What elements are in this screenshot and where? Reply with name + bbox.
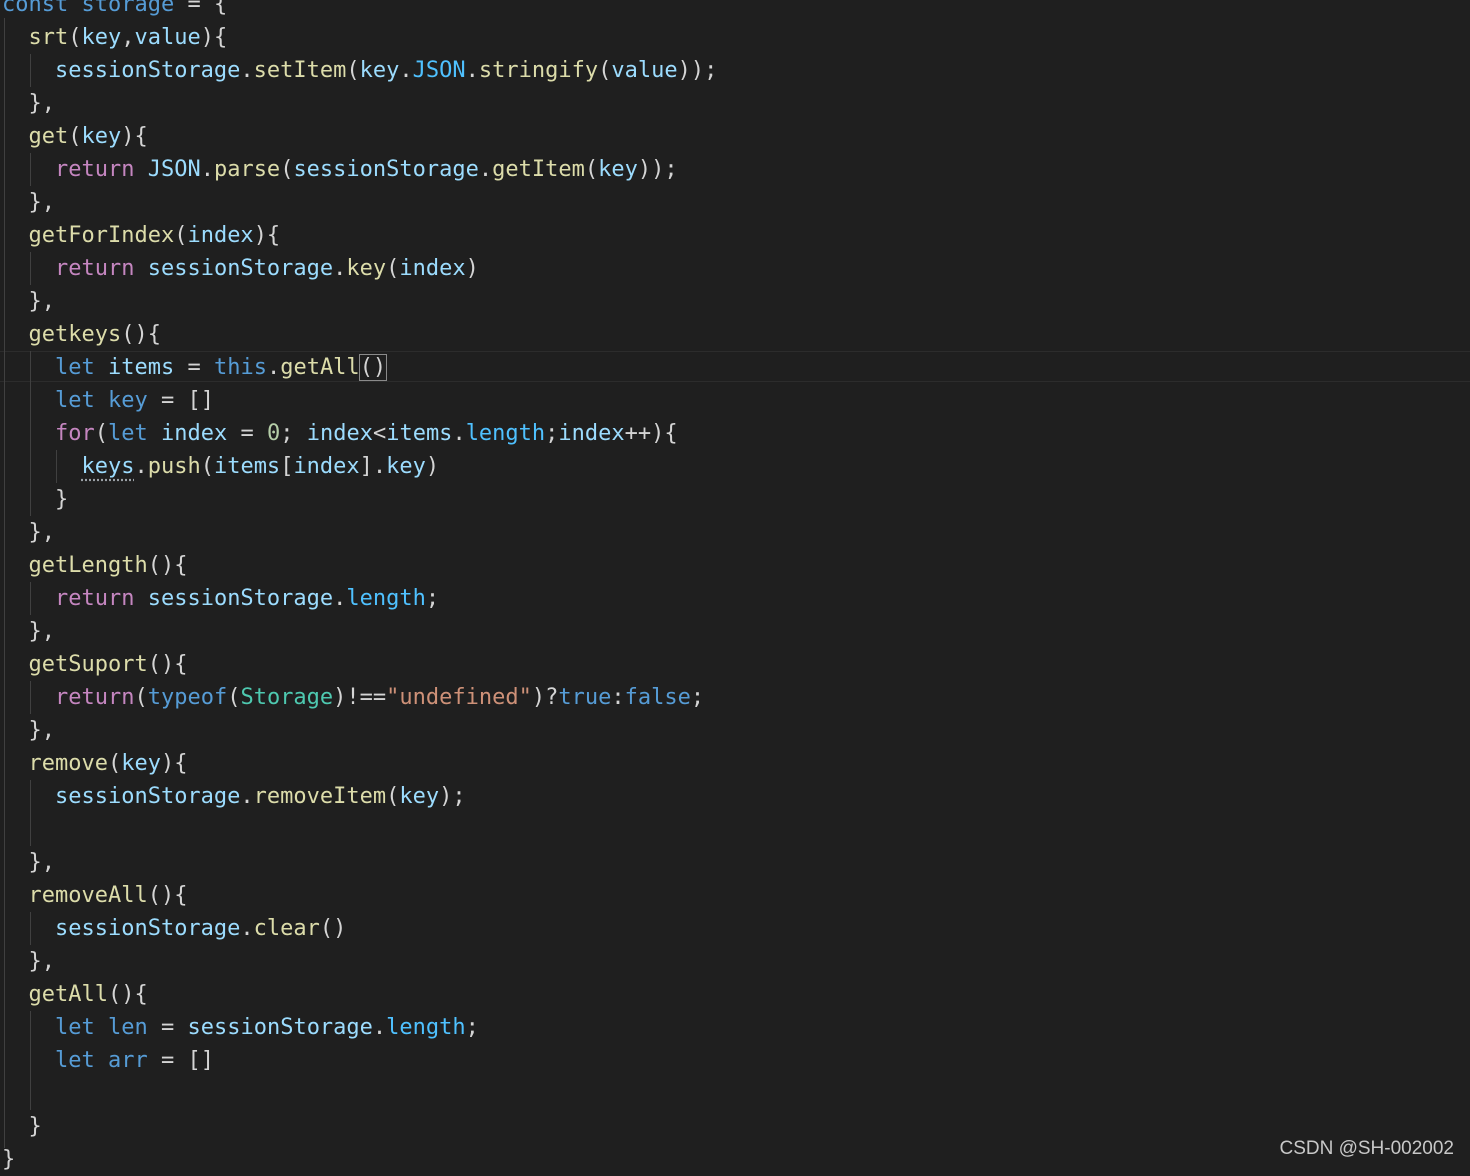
- code-line: return sessionStorage.length;: [54, 586, 440, 611]
- code-line: },: [2, 850, 55, 875]
- code-line: getAll(){: [28, 982, 148, 1007]
- code-line: sessionStorage.removeItem(key);: [54, 784, 466, 809]
- code-line: getkeys(){: [28, 322, 161, 347]
- code-line: },: [2, 619, 55, 644]
- code-line: let arr = []: [54, 1048, 214, 1073]
- code-line: return(typeof(Storage)!=="undefined")?tr…: [54, 685, 705, 710]
- code-line: return JSON.parse(sessionStorage.getItem…: [54, 157, 678, 182]
- code-line: let items = this.getAll(): [54, 354, 388, 381]
- code-line: for(let index = 0; index<items.length;in…: [54, 421, 678, 446]
- code-line: sessionStorage.setItem(key.JSON.stringif…: [54, 58, 718, 83]
- code-line: let len = sessionStorage.length;: [54, 1015, 479, 1040]
- code-line: },: [2, 949, 55, 974]
- code-line: get(key){: [28, 124, 148, 149]
- code-editor[interactable]: const storage = { srt(key,value){ sessio…: [0, 0, 1470, 1172]
- code-line: },: [2, 289, 55, 314]
- code-line: keys.push(items[index].key): [81, 454, 440, 479]
- code-line: removeAll(){: [28, 883, 188, 908]
- code-line: },: [2, 520, 55, 545]
- code-line: }: [2, 1147, 16, 1172]
- watermark: CSDN @SH-002002: [1279, 1138, 1454, 1159]
- code-line: }: [2, 1114, 42, 1139]
- code-line: srt(key,value){: [28, 25, 228, 50]
- code-line: let key = []: [54, 388, 214, 413]
- code-line: getSuport(){: [28, 652, 188, 677]
- code-line: sessionStorage.clear(): [54, 916, 347, 941]
- code-line: },: [2, 718, 55, 743]
- code-line: return sessionStorage.key(index): [54, 256, 479, 281]
- code-line: const storage = {: [2, 0, 228, 17]
- code-line: getForIndex(index){: [28, 223, 281, 248]
- code-line: },: [2, 91, 55, 116]
- code-line: getLength(){: [28, 553, 188, 578]
- code-line: }: [2, 487, 69, 512]
- code-line: remove(key){: [28, 751, 188, 776]
- code-line: },: [2, 190, 55, 215]
